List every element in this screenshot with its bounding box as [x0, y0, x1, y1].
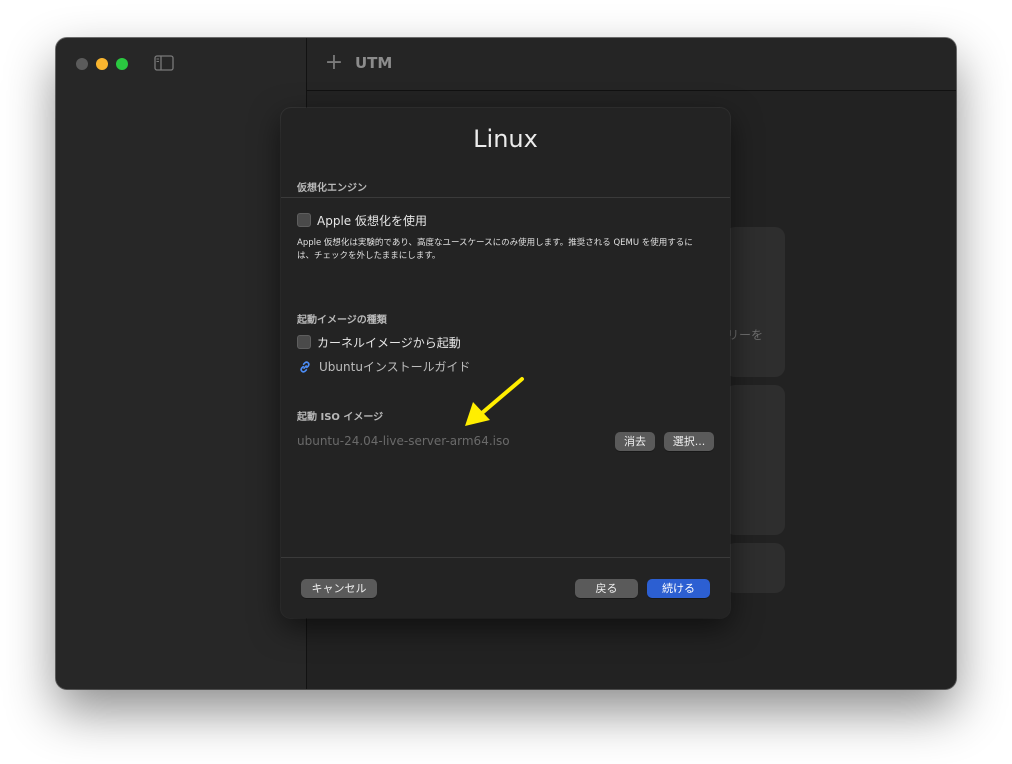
cancel-button[interactable]: キャンセル [301, 579, 377, 598]
ubuntu-guide-link-text[interactable]: Ubuntuインストールガイド [319, 358, 470, 375]
back-button[interactable]: 戻る [575, 579, 638, 598]
plus-icon[interactable]: + [324, 51, 344, 75]
choose-iso-button[interactable]: 選択... [664, 432, 714, 451]
sidebar-toggle-icon[interactable] [154, 55, 174, 71]
engine-section-label: 仮想化エンジン [297, 183, 367, 194]
background-partial-text: リーを [727, 328, 764, 342]
continue-button[interactable]: 続ける [647, 579, 710, 598]
apple-virtualization-row[interactable]: Apple 仮想化を使用 [297, 211, 427, 229]
background-card [725, 543, 785, 593]
apple-virtualization-description: Apple 仮想化は実験的であり、高度なユースケースにのみ使用します。推奨される… [297, 238, 693, 261]
background-card [725, 227, 785, 377]
kernel-image-checkbox[interactable] [297, 335, 311, 349]
link-icon [300, 360, 310, 373]
background-card [725, 385, 785, 535]
kernel-image-row[interactable]: カーネルイメージから起動 [297, 333, 461, 351]
clear-iso-button[interactable]: 消去 [615, 432, 655, 451]
sidebar [56, 38, 307, 689]
app-title: UTM [355, 54, 393, 72]
maximize-window-button[interactable] [116, 58, 128, 70]
divider [281, 197, 730, 198]
close-window-button[interactable] [76, 58, 88, 70]
minimize-window-button[interactable] [96, 58, 108, 70]
toolbar: + UTM [307, 38, 956, 91]
boot-type-section-label: 起動イメージの種類 [297, 315, 387, 326]
kernel-image-label: カーネルイメージから起動 [317, 335, 461, 350]
iso-path-field: ubuntu-24.04-live-server-arm64.iso [297, 434, 510, 448]
new-vm-dialog: Linux 仮想化エンジン Apple 仮想化を使用 Apple 仮想化は実験的… [281, 108, 730, 618]
annotation-arrow-icon [465, 377, 524, 426]
apple-virtualization-label: Apple 仮想化を使用 [317, 213, 427, 228]
footer-divider [281, 557, 730, 558]
ubuntu-guide-link[interactable]: Ubuntuインストールガイド [297, 358, 470, 375]
dialog-title: Linux [473, 125, 538, 153]
iso-section-label: 起動 ISO イメージ [297, 412, 384, 423]
apple-virtualization-checkbox[interactable] [297, 213, 311, 227]
